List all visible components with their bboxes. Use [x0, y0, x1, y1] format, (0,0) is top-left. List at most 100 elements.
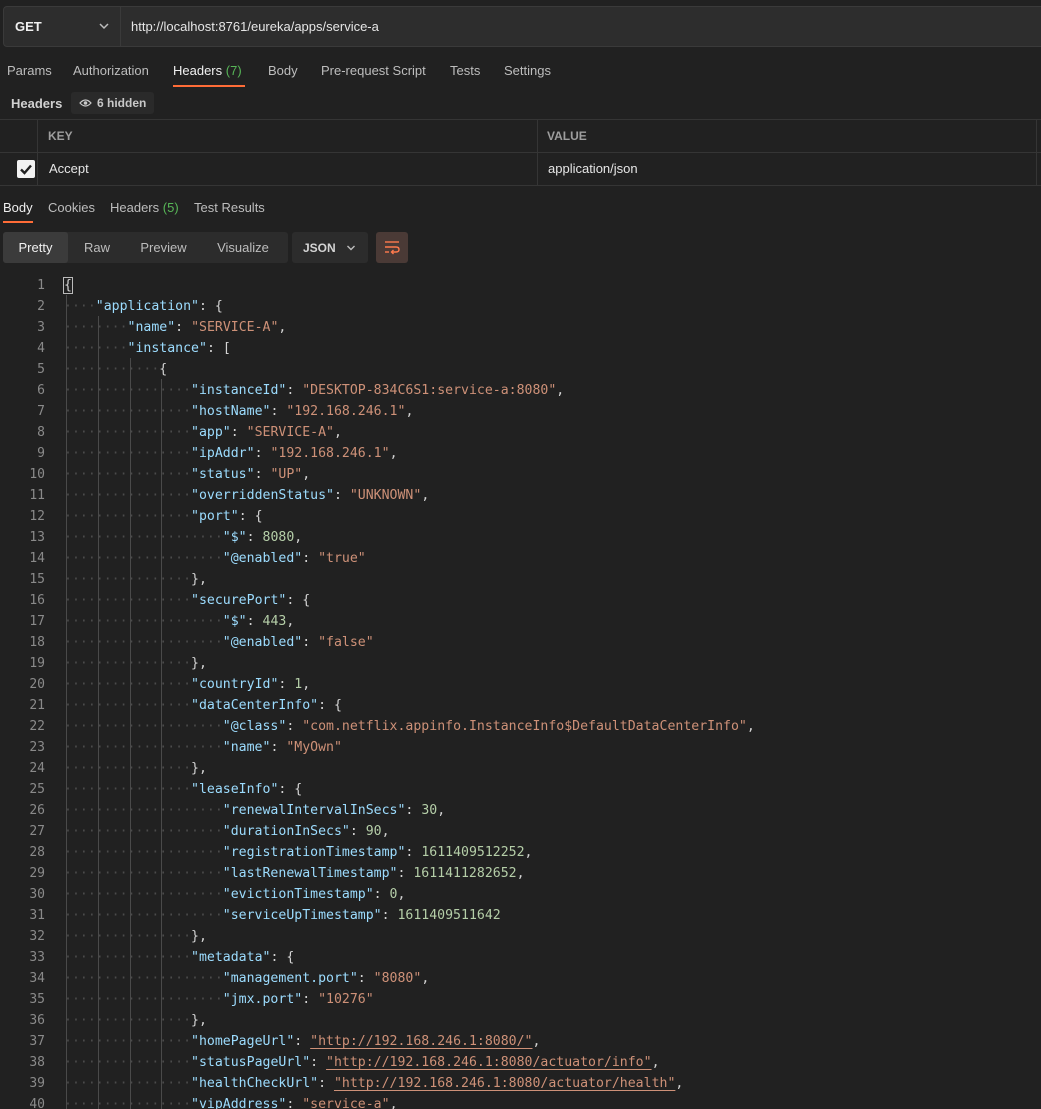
whitespace-marker: ················ — [64, 1097, 192, 1109]
chevron-down-icon — [347, 245, 355, 251]
code-line: 21 ················"dataCenterInfo": { — [0, 695, 1041, 716]
hidden-headers-toggle[interactable]: 6 hidden — [71, 92, 155, 114]
line-number: 9 — [37, 446, 45, 461]
code-text: ················"ipAddr": "192.168.246.1… — [64, 443, 398, 464]
whitespace-marker: ············ — [64, 362, 160, 377]
indent-guide — [66, 295, 67, 1109]
json-link[interactable]: "http://192.168.246.1:8080/" — [310, 1034, 532, 1049]
whitespace-marker: ···················· — [64, 845, 223, 860]
json-key: "name" — [127, 320, 176, 335]
line-number: 36 — [29, 1013, 45, 1028]
tab-authorization[interactable]: Authorization — [73, 63, 149, 78]
json-punctuation: , — [405, 404, 414, 419]
json-punctuation: : — [294, 1034, 311, 1049]
code-line: 26 ····················"renewalIntervalIn… — [0, 800, 1041, 821]
code-text: ················}, — [64, 1010, 207, 1031]
whitespace-marker: ···················· — [64, 824, 223, 839]
header-enabled-checkbox[interactable] — [17, 160, 35, 178]
line-number: 38 — [29, 1055, 45, 1070]
active-response-tab-indicator — [3, 221, 33, 223]
code-text: { — [63, 275, 73, 296]
json-punctuation: : — [270, 404, 287, 419]
code-line: 29 ····················"lastRenewalTimest… — [0, 863, 1041, 884]
tab-settings[interactable]: Settings — [504, 63, 551, 78]
line-number: 30 — [29, 887, 45, 902]
tab-response-body[interactable]: Body — [3, 200, 33, 215]
line-number: 18 — [29, 635, 45, 650]
json-punctuation: , — [437, 803, 446, 818]
code-line: 5 ············{ — [0, 359, 1041, 380]
code-text: ········"instance": [ — [64, 338, 231, 359]
json-key: "hostName" — [191, 404, 271, 419]
json-key: "serviceUpTimestamp" — [222, 908, 382, 923]
json-punctuation: : — [318, 1076, 334, 1091]
code-text: ················"instanceId": "DESKTOP-8… — [64, 380, 564, 401]
json-punctuation: , — [524, 845, 533, 860]
whitespace-marker: ···················· — [64, 551, 223, 566]
json-key: "port" — [191, 509, 239, 524]
json-punctuation: : { — [318, 698, 342, 713]
json-key: "vipAddress" — [191, 1097, 287, 1109]
view-raw[interactable]: Raw — [68, 232, 126, 263]
header-value-cell[interactable]: application/json — [538, 153, 1037, 185]
method-label: GET — [15, 19, 42, 34]
tab-pre-request-script[interactable]: Pre-request Script — [321, 63, 426, 78]
code-line: 34 ····················"management.port":… — [0, 968, 1041, 989]
line-number: 5 — [37, 362, 45, 377]
json-punctuation: }, — [191, 656, 207, 671]
json-key: "@class" — [222, 719, 287, 734]
json-string: "192.168.246.1" — [270, 446, 390, 461]
tab-response-headers[interactable]: Headers (5) — [110, 200, 179, 215]
indent-guide — [97, 316, 99, 1109]
json-link[interactable]: "http://192.168.246.1:8080/actuator/heal… — [334, 1076, 675, 1091]
json-punctuation: : { — [198, 299, 223, 314]
whitespace-marker: ················ — [64, 1034, 192, 1049]
json-link[interactable]: "http://192.168.246.1:8080/actuator/info… — [326, 1055, 652, 1070]
header-key-cell[interactable]: Accept — [38, 153, 538, 185]
response-body-viewer[interactable]: 1{2 ····"application": {3 ········"name": … — [0, 274, 1041, 1109]
json-key: "metadata" — [191, 950, 271, 965]
line-number: 34 — [29, 971, 45, 986]
json-key: "evictionTimestamp" — [222, 887, 374, 902]
table-header-row: KEY VALUE — [0, 120, 1041, 153]
code-line: 7 ················"hostName": "192.168.24… — [0, 401, 1041, 422]
code-text: ····················"@enabled": "false" — [64, 632, 374, 653]
code-text: ····"application": { — [64, 296, 223, 317]
code-line: 20 ················"countryId": 1, — [0, 674, 1041, 695]
view-preview[interactable]: Preview — [126, 232, 201, 263]
code-line: 24 ················}, — [0, 758, 1041, 779]
format-select[interactable]: JSON — [292, 232, 368, 263]
tab-params[interactable]: Params — [7, 63, 52, 78]
code-line: 8 ················"app": "SERVICE-A", — [0, 422, 1041, 443]
view-visualize[interactable]: Visualize — [201, 232, 285, 263]
view-pretty[interactable]: Pretty — [3, 232, 68, 263]
json-punctuation: : — [254, 467, 271, 482]
json-string: "DESKTOP-834C6S1:service-a:8080" — [302, 383, 557, 398]
line-number: 11 — [29, 488, 45, 503]
response-headers-count: (5) — [162, 200, 179, 215]
json-string: "192.168.246.1" — [286, 404, 406, 419]
json-punctuation: , — [556, 383, 565, 398]
wrap-lines-button[interactable] — [376, 232, 408, 263]
wrap-lines-icon — [385, 241, 400, 255]
json-punctuation: : — [397, 866, 414, 881]
tab-cookies[interactable]: Cookies — [48, 200, 95, 215]
line-number: 29 — [29, 866, 45, 881]
json-punctuation: : — [333, 488, 350, 503]
url-input[interactable]: http://localhost:8761/eureka/apps/servic… — [131, 19, 379, 34]
json-key: "durationInSecs" — [222, 824, 350, 839]
json-key: "leaseInfo" — [191, 782, 279, 797]
line-number: 21 — [29, 698, 45, 713]
tab-headers[interactable]: Headers (7) — [173, 63, 242, 78]
tab-tests[interactable]: Tests — [450, 63, 480, 78]
line-number: 27 — [29, 824, 45, 839]
method-select[interactable]: GET — [4, 7, 121, 46]
tab-test-results[interactable]: Test Results — [194, 200, 265, 215]
whitespace-marker: ········ — [64, 320, 128, 335]
code-text: ····················"@enabled": "true" — [64, 548, 366, 569]
tab-body[interactable]: Body — [268, 63, 298, 78]
json-string: "10276" — [318, 992, 374, 1007]
line-number: 4 — [37, 341, 45, 356]
code-line: 36 ················}, — [0, 1010, 1041, 1031]
code-text: ················"securePort": { — [64, 590, 310, 611]
